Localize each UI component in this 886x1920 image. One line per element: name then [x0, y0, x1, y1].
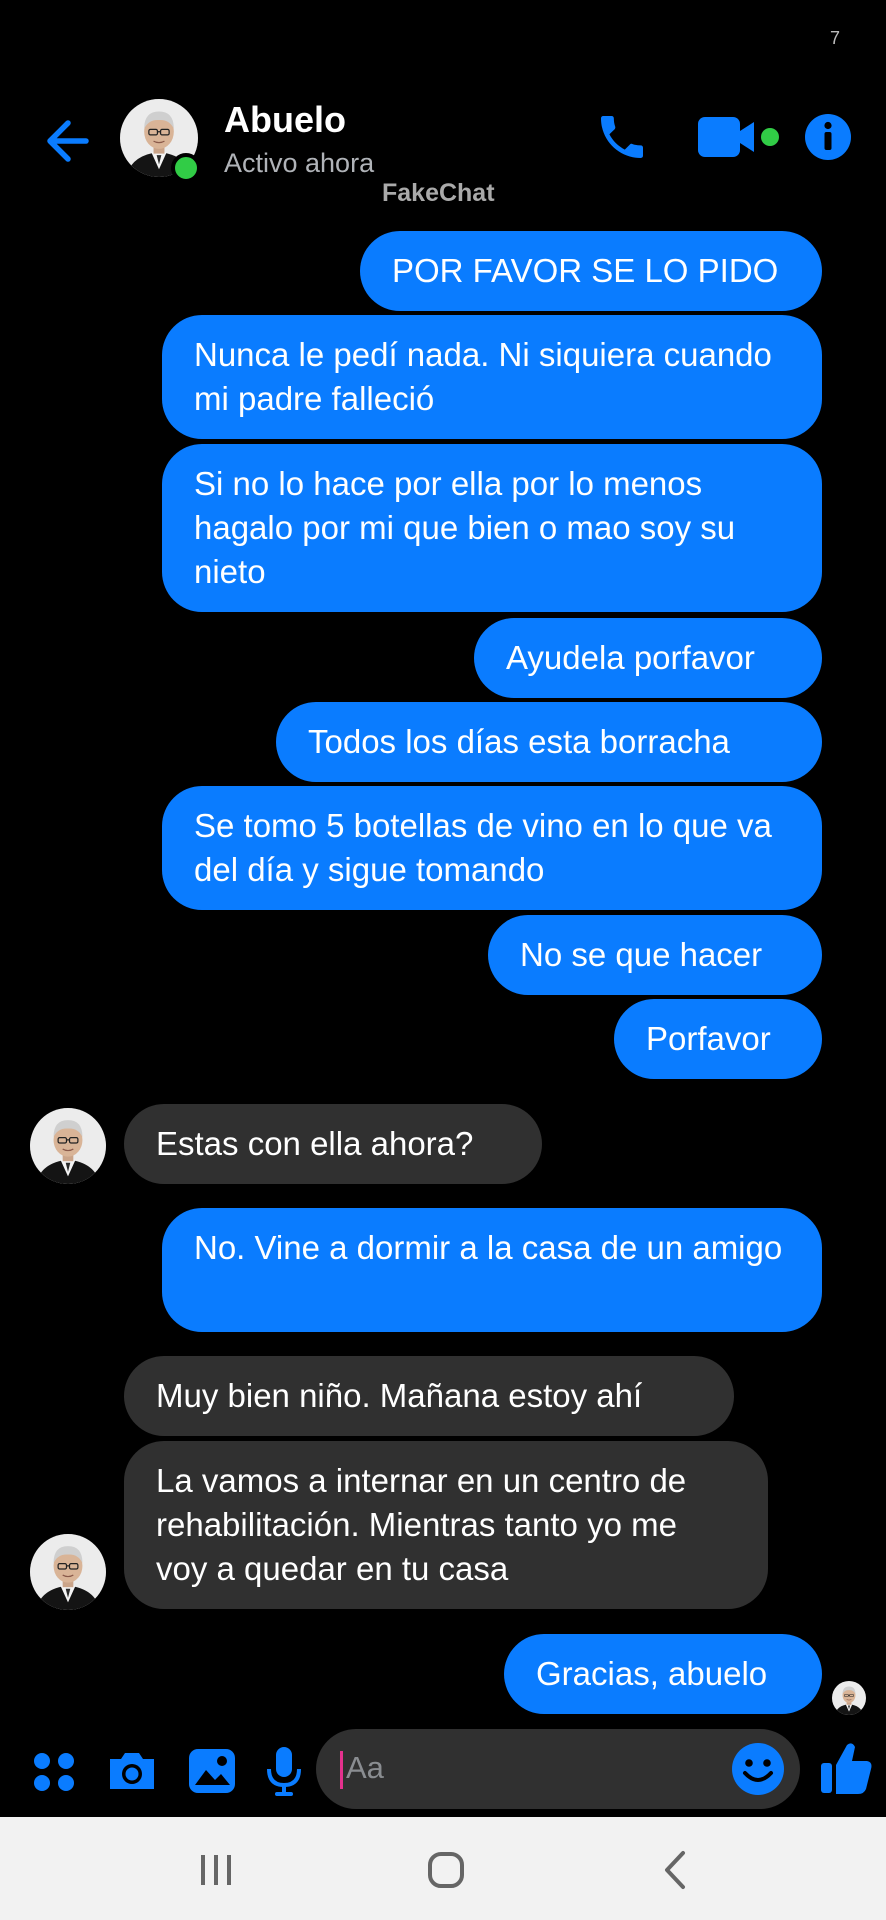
message-bubble-sent[interactable]: Todos los días esta borracha	[276, 702, 822, 782]
watermark: FakeChat	[382, 179, 495, 207]
message-bubble-sent[interactable]: POR FAVOR SE LO PIDO	[360, 231, 822, 311]
message-input[interactable]: Aa	[316, 1729, 800, 1809]
message-bubble-sent[interactable]: Ayudela porfavor	[474, 618, 822, 698]
back-icon	[665, 1851, 685, 1889]
voice-message-button[interactable]	[264, 1743, 304, 1799]
recent-apps-button[interactable]	[191, 1847, 241, 1893]
like-button[interactable]	[818, 1737, 874, 1799]
contact-avatar-small[interactable]	[30, 1534, 106, 1610]
message-bubble-sent[interactable]: Nunca le pedí nada. Ni siquiera cuando m…	[162, 315, 822, 439]
recent-apps-icon	[201, 1855, 231, 1885]
system-nav-bar	[0, 1817, 886, 1920]
arrow-left-icon	[47, 120, 89, 162]
menu-dots-icon	[34, 1753, 74, 1791]
contact-name[interactable]: Abuelo	[224, 99, 346, 141]
video-call-button[interactable]	[694, 109, 786, 165]
seen-receipt-avatar	[832, 1681, 866, 1715]
message-composer: Aa	[0, 1727, 886, 1817]
more-actions-button[interactable]	[28, 1743, 80, 1799]
contact-status: Activo ahora	[224, 148, 375, 178]
phone-icon	[601, 116, 643, 158]
emoji-button[interactable]	[728, 1739, 788, 1799]
message-bubble-received[interactable]: Estas con ella ahora?	[124, 1104, 542, 1184]
info-button[interactable]	[803, 109, 853, 165]
emoji-icon	[732, 1743, 784, 1795]
thumbs-up-icon	[821, 1743, 872, 1794]
home-button[interactable]	[421, 1847, 471, 1893]
gallery-icon	[189, 1749, 235, 1793]
back-button[interactable]	[40, 113, 96, 169]
message-bubble-sent[interactable]: No. Vine a dormir a la casa de un amigo	[162, 1208, 822, 1332]
online-indicator	[171, 153, 201, 183]
message-bubble-sent[interactable]: Porfavor	[614, 999, 822, 1079]
message-input-placeholder: Aa	[346, 1750, 384, 1785]
message-bubble-sent[interactable]: Gracias, abuelo	[504, 1634, 822, 1714]
chat-header: Abuelo Activo ahora FakeChat	[0, 95, 886, 215]
message-bubble-sent[interactable]: No se que hacer	[488, 915, 822, 995]
gallery-button[interactable]	[186, 1743, 238, 1799]
microphone-icon	[267, 1747, 301, 1796]
status-indicator: 7	[829, 28, 840, 48]
video-camera-icon	[698, 117, 779, 157]
message-bubble-sent[interactable]: Se tomo 5 botellas de vino en lo que va …	[162, 786, 822, 910]
message-bubble-received[interactable]: La vamos a internar en un centro de reha…	[124, 1441, 768, 1609]
message-bubble-sent[interactable]: Si no lo hace por ella por lo menos haga…	[162, 444, 822, 612]
info-icon	[805, 114, 851, 160]
call-button[interactable]	[594, 109, 650, 165]
system-back-button[interactable]	[651, 1847, 701, 1893]
camera-icon	[110, 1753, 154, 1789]
text-cursor	[340, 1751, 343, 1789]
contact-avatar-small[interactable]	[30, 1108, 106, 1184]
camera-button[interactable]	[104, 1743, 160, 1799]
message-bubble-received[interactable]: Muy bien niño. Mañana estoy ahí	[124, 1356, 734, 1436]
home-icon	[428, 1852, 464, 1888]
